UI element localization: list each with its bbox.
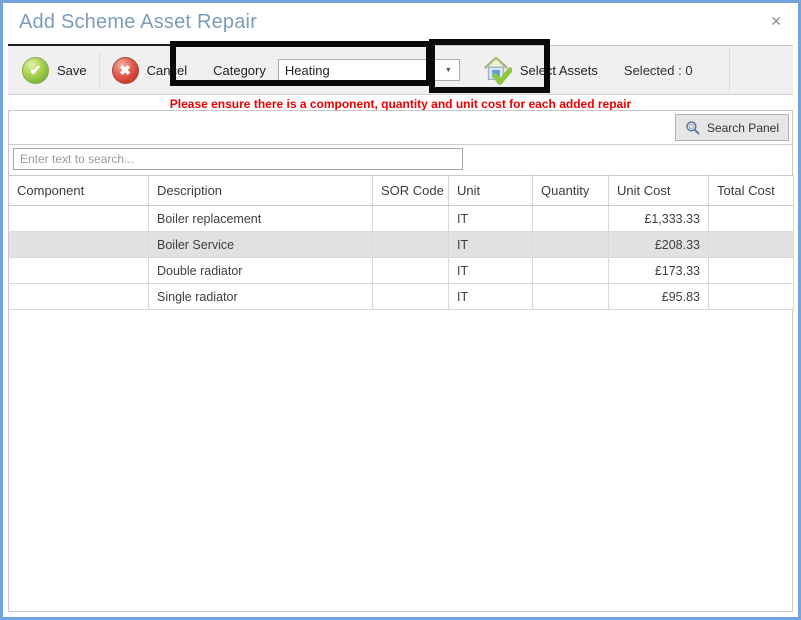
cell-quantity[interactable] [533, 232, 609, 258]
cell-sor-code[interactable] [373, 232, 449, 258]
save-check-icon: ✔ [22, 57, 49, 84]
cell-unit-cost[interactable]: £1,333.33 [609, 206, 709, 232]
category-value: Heating [279, 63, 438, 78]
table-row[interactable]: Boiler replacement IT £1,333.33 [9, 206, 794, 232]
column-header-total-cost[interactable]: Total Cost [709, 176, 794, 206]
repairs-table: Component Description SOR Code Unit Quan… [8, 175, 794, 310]
category-dropdown[interactable]: Heating ▼ [278, 59, 460, 81]
grid-panel: Search Panel Component Description SOR C… [8, 110, 793, 612]
cell-sor-code[interactable] [373, 206, 449, 232]
cell-unit[interactable]: IT [449, 206, 533, 232]
cell-unit-cost[interactable]: £173.33 [609, 258, 709, 284]
cell-component[interactable] [9, 258, 149, 284]
check-glyph: ✔ [30, 62, 42, 79]
cell-total-cost[interactable] [709, 232, 794, 258]
warning-message: Please ensure there is a component, quan… [3, 97, 798, 111]
chevron-down-icon[interactable]: ▼ [438, 67, 459, 74]
category-label: Category [213, 63, 266, 78]
dialog-add-scheme-asset-repair: Add Scheme Asset Repair ✕ ✔ Save ✖ Cance… [0, 0, 801, 620]
cell-component[interactable] [9, 284, 149, 310]
cell-sor-code[interactable] [373, 258, 449, 284]
cell-total-cost[interactable] [709, 258, 794, 284]
cell-unit-cost[interactable]: £95.83 [609, 284, 709, 310]
column-header-component[interactable]: Component [9, 176, 149, 206]
save-label: Save [57, 63, 87, 78]
table-header-row: Component Description SOR Code Unit Quan… [9, 176, 794, 206]
close-icon[interactable]: ✕ [770, 14, 782, 28]
cell-total-cost[interactable] [709, 206, 794, 232]
column-header-unit-cost[interactable]: Unit Cost [609, 176, 709, 206]
select-assets-button[interactable]: Select Assets [476, 46, 602, 94]
search-icon [685, 120, 701, 136]
column-header-description[interactable]: Description [149, 176, 373, 206]
cell-component[interactable] [9, 232, 149, 258]
table-row[interactable]: Boiler Service IT £208.33 [9, 232, 794, 258]
cell-description[interactable]: Single radiator [149, 284, 373, 310]
search-panel-button[interactable]: Search Panel [675, 114, 789, 141]
house-check-icon [480, 54, 512, 86]
toolbar-divider [729, 48, 730, 94]
cancel-button[interactable]: ✖ Cancel [108, 46, 191, 94]
cell-unit[interactable]: IT [449, 232, 533, 258]
toolbar: ✔ Save ✖ Cancel Category Heating ▼ Selec… [8, 45, 793, 95]
cancel-label: Cancel [147, 63, 187, 78]
cell-unit[interactable]: IT [449, 258, 533, 284]
search-panel-label: Search Panel [707, 121, 779, 135]
grid-toolbar-strip: Search Panel [9, 111, 792, 145]
cell-description[interactable]: Double radiator [149, 258, 373, 284]
cell-quantity[interactable] [533, 284, 609, 310]
cell-quantity[interactable] [533, 258, 609, 284]
table-row[interactable]: Double radiator IT £173.33 [9, 258, 794, 284]
page-title: Add Scheme Asset Repair [19, 11, 257, 34]
save-button[interactable]: ✔ Save [18, 46, 91, 94]
table-row[interactable]: Single radiator IT £95.83 [9, 284, 794, 310]
cell-unit[interactable]: IT [449, 284, 533, 310]
cancel-cross-icon: ✖ [112, 57, 139, 84]
column-header-unit[interactable]: Unit [449, 176, 533, 206]
selected-count: Selected : 0 [624, 63, 693, 78]
cell-component[interactable] [9, 206, 149, 232]
cell-sor-code[interactable] [373, 284, 449, 310]
column-header-sor-code[interactable]: SOR Code [373, 176, 449, 206]
cell-description[interactable]: Boiler replacement [149, 206, 373, 232]
column-header-quantity[interactable]: Quantity [533, 176, 609, 206]
cell-description[interactable]: Boiler Service [149, 232, 373, 258]
cell-quantity[interactable] [533, 206, 609, 232]
select-assets-label: Select Assets [520, 63, 598, 78]
search-input[interactable] [13, 148, 463, 170]
toolbar-separator [99, 53, 100, 87]
cell-unit-cost[interactable]: £208.33 [609, 232, 709, 258]
cross-glyph: ✖ [119, 62, 131, 79]
cell-total-cost[interactable] [709, 284, 794, 310]
annotation-line [8, 44, 170, 46]
